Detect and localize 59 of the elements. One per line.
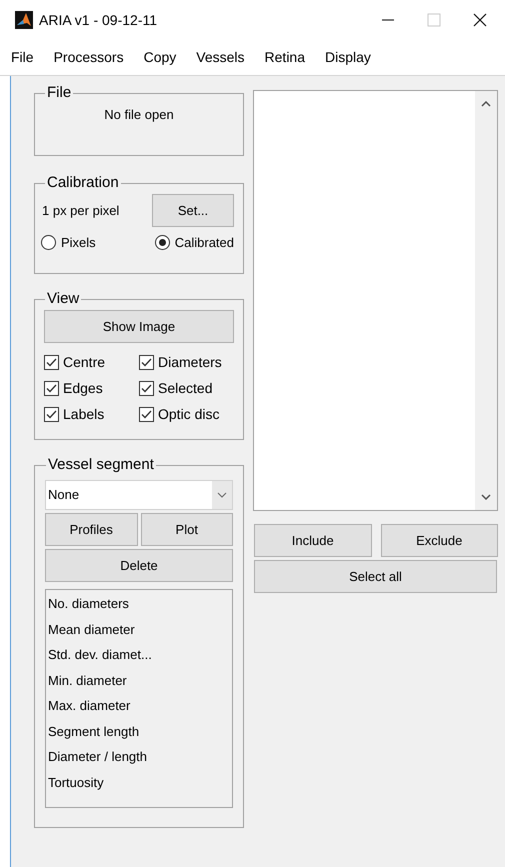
file-status: No file open <box>103 106 175 124</box>
checkbox-label: Labels <box>63 404 104 424</box>
app-logo-icon <box>15 11 33 29</box>
check-icon <box>46 384 57 392</box>
check-icon <box>141 410 152 418</box>
list-action-button[interactable]: Exclude <box>380 524 498 557</box>
calibration-reading: 1 px per pixel <box>42 202 120 220</box>
checkbox-label: Diameters <box>158 352 222 372</box>
close-icon[interactable] <box>473 13 487 27</box>
stat-label: Min. diameter <box>48 672 128 690</box>
menu-item[interactable]: Display <box>325 47 371 68</box>
check-icon <box>141 358 152 366</box>
radio-label: Calibrated <box>174 234 234 252</box>
dropdown-value: None <box>47 486 80 504</box>
checkbox-label: Centre <box>63 352 106 372</box>
stat-label: Mean diameter <box>48 620 136 638</box>
checkbox[interactable] <box>44 406 59 422</box>
group-title: Vessel segment <box>47 456 155 474</box>
stat-label: No. diameters <box>48 595 130 613</box>
checkbox[interactable] <box>139 406 154 422</box>
checkbox-label: Optic disc <box>158 404 220 424</box>
scrollbar[interactable] <box>475 91 497 510</box>
group-title: Calibration <box>46 174 120 192</box>
chevron-down-icon <box>217 492 227 498</box>
checkbox[interactable] <box>139 354 154 370</box>
radio-button[interactable] <box>154 235 170 250</box>
group-title: View <box>46 290 80 308</box>
segment-button[interactable]: Plot <box>140 513 233 546</box>
segment-dropdown[interactable]: None <box>45 480 233 510</box>
checkbox[interactable] <box>44 354 59 370</box>
checkbox-label: Selected <box>158 378 212 398</box>
checkbox[interactable] <box>139 380 154 396</box>
radio-label: Pixels <box>61 234 96 252</box>
chevron-down-icon[interactable] <box>481 494 491 500</box>
list-action-button[interactable]: Include <box>254 524 372 557</box>
group-title: File <box>46 84 72 102</box>
delete-button[interactable]: Delete <box>45 549 233 582</box>
stat-label: Std. dev. diamet... <box>48 646 153 664</box>
window-title: ARIA v1 - 09-12-11 <box>39 10 158 30</box>
stat-label: Diameter / length <box>48 748 148 766</box>
checkbox-label: Edges <box>63 378 103 398</box>
radio-button[interactable] <box>41 235 56 250</box>
check-icon <box>46 410 57 418</box>
segment-button[interactable]: Profiles <box>45 513 138 546</box>
chevron-up-icon[interactable] <box>481 101 491 107</box>
stat-label: Max. diameter <box>48 697 132 715</box>
menu-item[interactable]: Vessels <box>196 47 245 68</box>
menu-item[interactable]: Retina <box>264 47 305 68</box>
check-icon <box>46 358 57 366</box>
show-image-button[interactable]: Show Image <box>44 310 234 343</box>
menu-item[interactable]: File <box>11 47 34 68</box>
menu-item[interactable]: Copy <box>144 47 176 68</box>
check-icon <box>141 384 152 392</box>
stat-label: Tortuosity <box>48 774 105 792</box>
set-button[interactable]: Set... <box>152 194 234 227</box>
checkbox[interactable] <box>44 380 59 396</box>
stat-label: Segment length <box>48 722 140 741</box>
menu-item[interactable]: Processors <box>54 47 124 68</box>
select-all-button[interactable]: Select all <box>254 560 497 593</box>
